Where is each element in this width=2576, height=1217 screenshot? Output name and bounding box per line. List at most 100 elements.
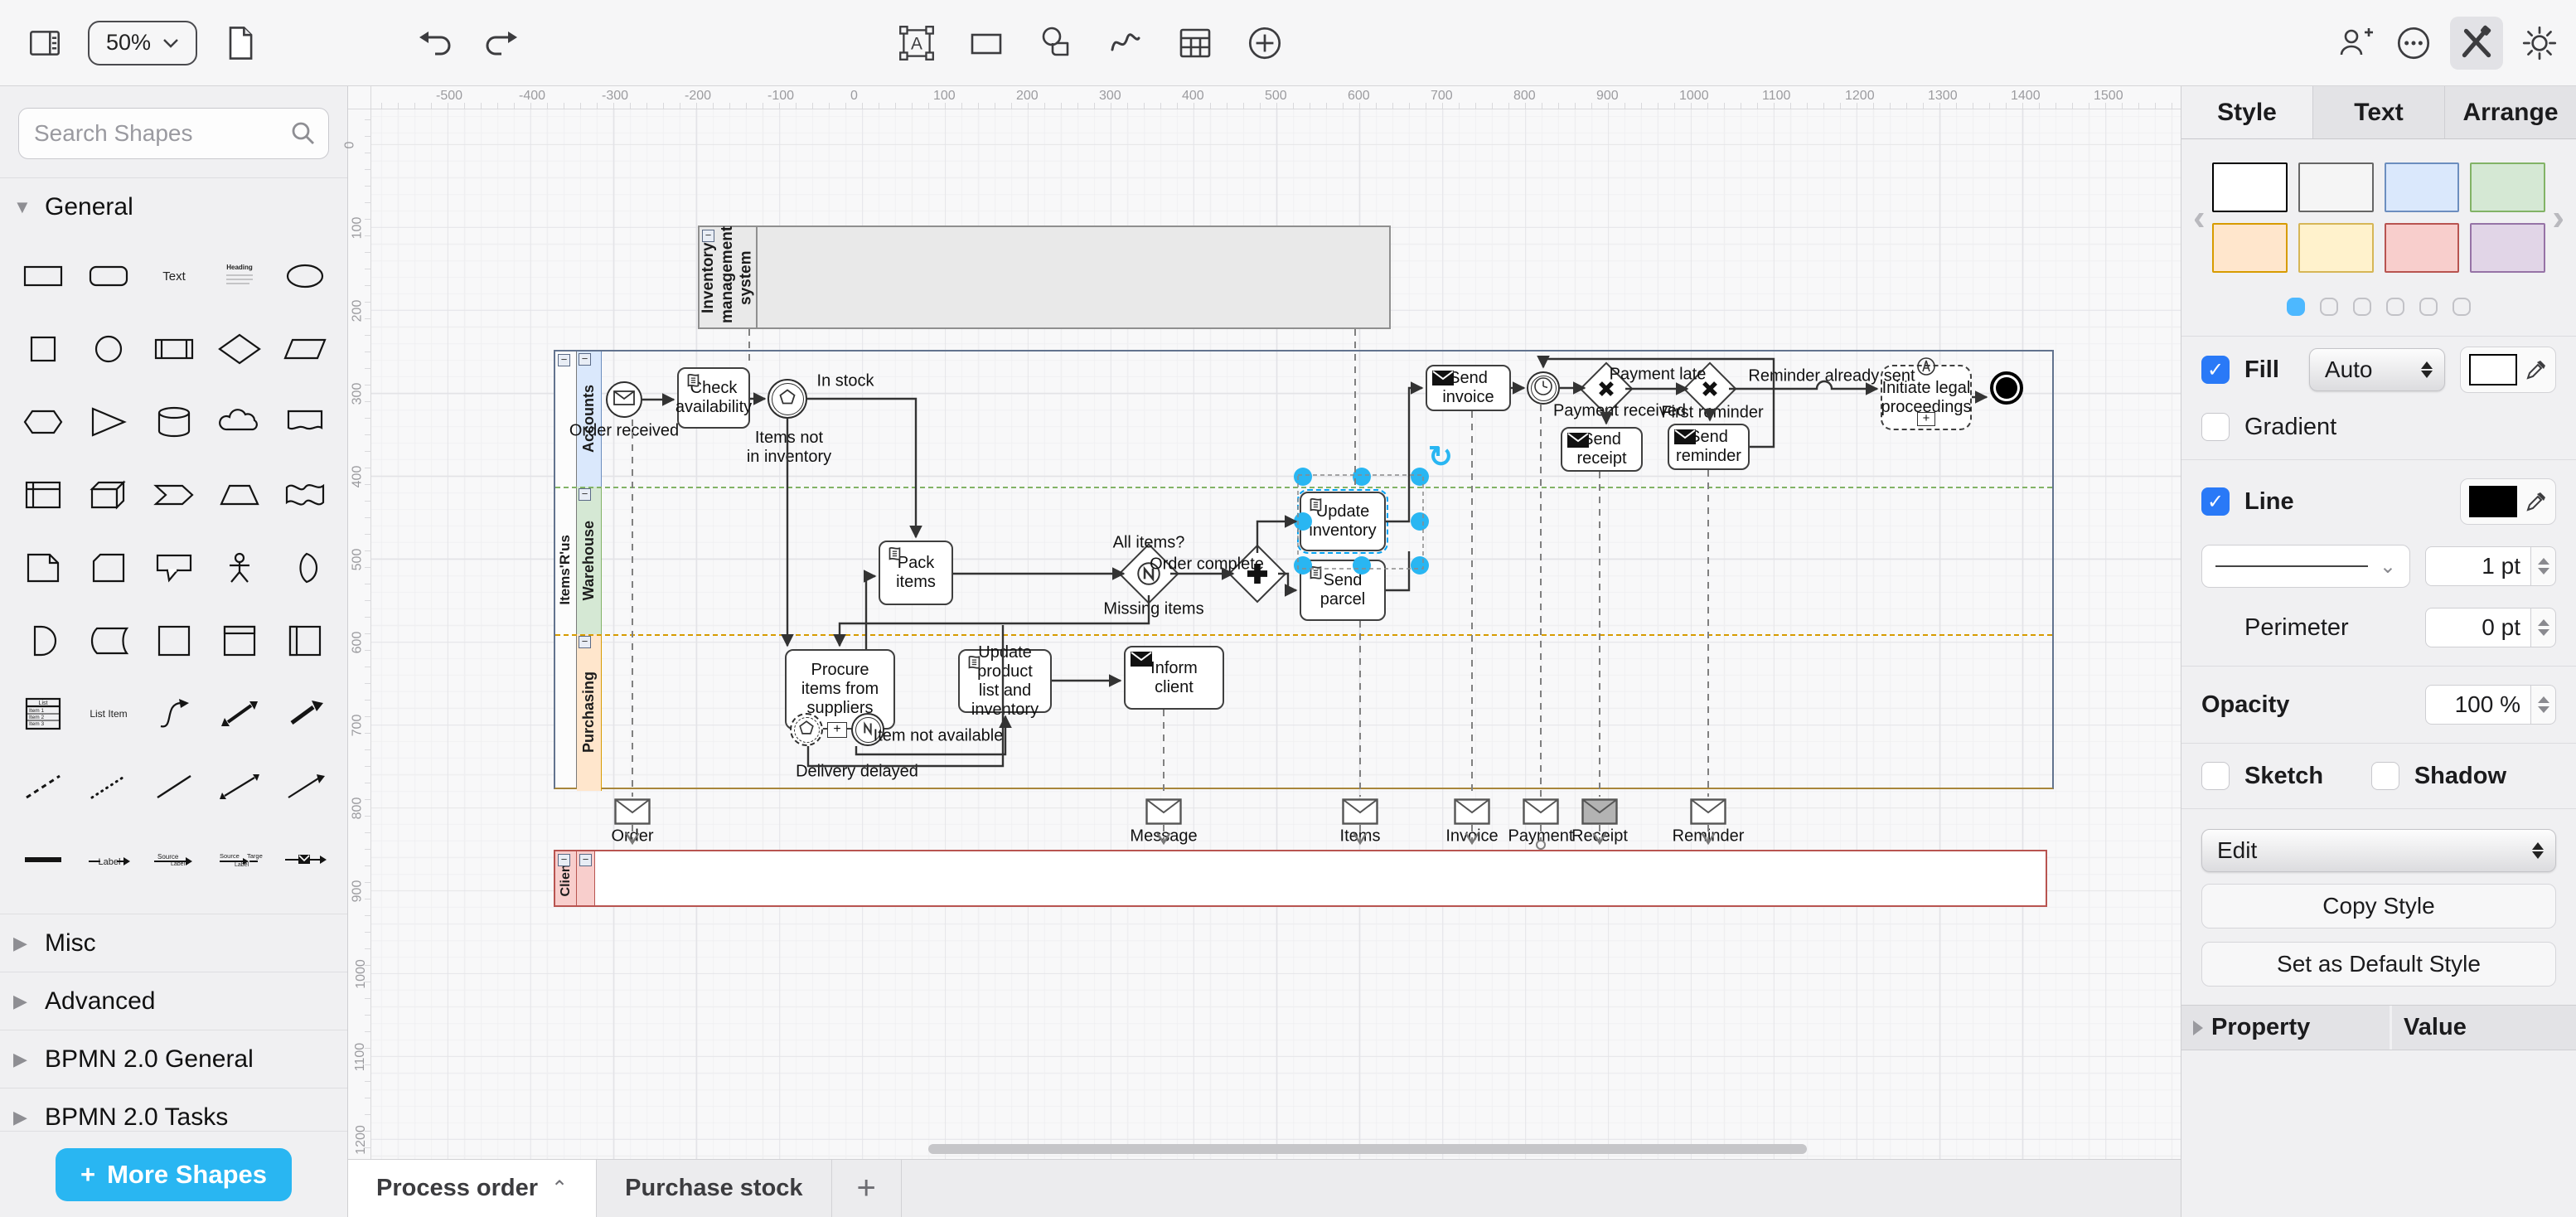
shape-card[interactable] — [75, 536, 141, 600]
sketch-checkbox[interactable] — [2201, 762, 2230, 790]
tab-style[interactable]: Style — [2181, 86, 2312, 138]
line-width-arrows[interactable] — [2531, 546, 2556, 586]
style-swatch-2[interactable] — [2385, 162, 2460, 212]
shape-label-arrow[interactable]: Label — [75, 827, 141, 892]
add-page-button[interactable]: + — [832, 1160, 902, 1217]
opacity-arrows[interactable] — [2531, 685, 2556, 725]
shape-ellipse[interactable] — [272, 244, 337, 308]
shape-tape[interactable] — [272, 463, 337, 527]
pager-dot-4[interactable] — [2419, 298, 2438, 316]
style-swatch-3[interactable] — [2470, 162, 2545, 212]
share-button[interactable] — [2334, 22, 2377, 65]
shape-and[interactable] — [10, 608, 75, 673]
shape-list[interactable]: ListItem 1Item 2Item 3 — [10, 681, 75, 746]
shape-internal-storage[interactable] — [10, 463, 75, 527]
table-tool-button[interactable] — [1174, 22, 1217, 65]
property-header-cell[interactable]: Property — [2181, 1006, 2390, 1050]
shape-directional-connector[interactable] — [272, 754, 337, 819]
tab-arrange[interactable]: Arrange — [2444, 86, 2576, 138]
perimeter-value[interactable]: 0 pt — [2425, 608, 2531, 647]
sketch-toggle-button[interactable] — [2450, 17, 2503, 70]
style-swatch-4[interactable] — [2212, 223, 2288, 273]
shape-vertical-container[interactable] — [206, 608, 272, 673]
sidebar-toggle-button[interactable] — [23, 22, 66, 65]
shape-text[interactable]: Text — [141, 244, 206, 308]
shape-process[interactable] — [141, 317, 206, 381]
fill-mode-select[interactable]: Auto — [2309, 348, 2445, 391]
shape-textbox[interactable]: Heading — [206, 244, 272, 308]
shape-trapezoid[interactable] — [206, 463, 272, 527]
more-shapes-button[interactable]: + More Shapes — [56, 1148, 292, 1201]
shape-note[interactable] — [10, 536, 75, 600]
zoom-select[interactable]: 50% — [88, 21, 197, 65]
copy-style-button[interactable]: Copy Style — [2201, 884, 2556, 929]
pager-dot-0[interactable] — [2287, 298, 2305, 316]
line-style-select[interactable]: ⌄ — [2201, 545, 2410, 588]
add-shape-tool-button[interactable] — [1243, 22, 1286, 65]
style-swatch-7[interactable] — [2470, 223, 2545, 273]
shape-parallelogram[interactable] — [272, 317, 337, 381]
shape-horizontal-container[interactable] — [272, 608, 337, 673]
shape-or[interactable] — [272, 536, 337, 600]
shape-dashed-line[interactable] — [10, 754, 75, 819]
fill-checkbox[interactable]: ✓ — [2201, 356, 2230, 384]
shape-source-arrow[interactable]: SourceLabel — [141, 827, 206, 892]
horizontal-scrollbar[interactable] — [928, 1144, 1807, 1154]
shape-tool-button[interactable] — [1034, 22, 1077, 65]
edit-style-select[interactable]: Edit — [2201, 829, 2556, 872]
shape-actor[interactable] — [206, 536, 272, 600]
shape-bidirectional-connector[interactable] — [206, 754, 272, 819]
perimeter-arrows[interactable] — [2531, 608, 2556, 647]
undo-button[interactable] — [414, 22, 458, 65]
shape-list-item[interactable]: List Item — [75, 681, 141, 746]
pager-dot-3[interactable] — [2386, 298, 2404, 316]
shape-callout[interactable] — [141, 536, 206, 600]
shape-circle[interactable] — [75, 317, 141, 381]
shape-hexagon[interactable] — [10, 390, 75, 454]
shape-curve[interactable] — [141, 681, 206, 746]
style-swatch-0[interactable] — [2212, 162, 2288, 212]
pager-dot-1[interactable] — [2320, 298, 2338, 316]
shape-cube[interactable] — [75, 463, 141, 527]
shape-container[interactable] — [141, 608, 206, 673]
sidebar-section-bpmn-2-0-general[interactable]: ▶BPMN 2.0 General — [0, 1030, 347, 1088]
opacity-value[interactable]: 100 % — [2425, 685, 2531, 725]
pager-dot-5[interactable] — [2453, 298, 2471, 316]
style-swatch-1[interactable] — [2298, 162, 2374, 212]
shape-triangle[interactable] — [75, 390, 141, 454]
style-swatch-5[interactable] — [2298, 223, 2374, 273]
shape-bidirectional-arrow[interactable] — [206, 681, 272, 746]
shape-square[interactable] — [10, 317, 75, 381]
shape-step[interactable] — [141, 463, 206, 527]
rectangle-tool-button[interactable] — [965, 22, 1008, 65]
shape-data-storage[interactable] — [75, 608, 141, 673]
shape-line[interactable] — [141, 754, 206, 819]
redo-button[interactable] — [479, 22, 522, 65]
presets-prev-icon[interactable]: ‹ — [2186, 200, 2212, 236]
shape-rounded-rectangle[interactable] — [75, 244, 141, 308]
line-color-button[interactable] — [2460, 478, 2556, 525]
shape-diamond[interactable] — [206, 317, 272, 381]
shape-dotted-line[interactable] — [75, 754, 141, 819]
set-default-style-button[interactable]: Set as Default Style — [2201, 942, 2556, 987]
search-shapes-input[interactable] — [18, 108, 329, 159]
shape-link[interactable] — [10, 827, 75, 892]
new-page-button[interactable] — [219, 22, 262, 65]
sidebar-section-general[interactable]: ▼General — [0, 177, 347, 235]
theme-button[interactable] — [2518, 22, 2561, 65]
page-tab-process-order[interactable]: Process order⌃ — [348, 1160, 597, 1217]
freehand-tool-button[interactable] — [1104, 22, 1147, 65]
sidebar-section-bpmn-2-0-tasks[interactable]: ▶BPMN 2.0 Tasks — [0, 1088, 347, 1131]
shape-cloud[interactable] — [206, 390, 272, 454]
presets-next-icon[interactable]: › — [2545, 200, 2571, 236]
more-button[interactable] — [2392, 22, 2435, 65]
sidebar-section-advanced[interactable]: ▶Advanced — [0, 972, 347, 1030]
page-tab-purchase-stock[interactable]: Purchase stock — [597, 1160, 831, 1217]
sidebar-section-misc[interactable]: ▶Misc — [0, 914, 347, 972]
shape-message-arrow[interactable] — [272, 827, 337, 892]
shape-rectangle[interactable] — [10, 244, 75, 308]
shape-cylinder[interactable] — [141, 390, 206, 454]
line-checkbox[interactable]: ✓ — [2201, 487, 2230, 516]
tab-text[interactable]: Text — [2312, 86, 2444, 138]
fill-color-button[interactable] — [2460, 347, 2556, 393]
